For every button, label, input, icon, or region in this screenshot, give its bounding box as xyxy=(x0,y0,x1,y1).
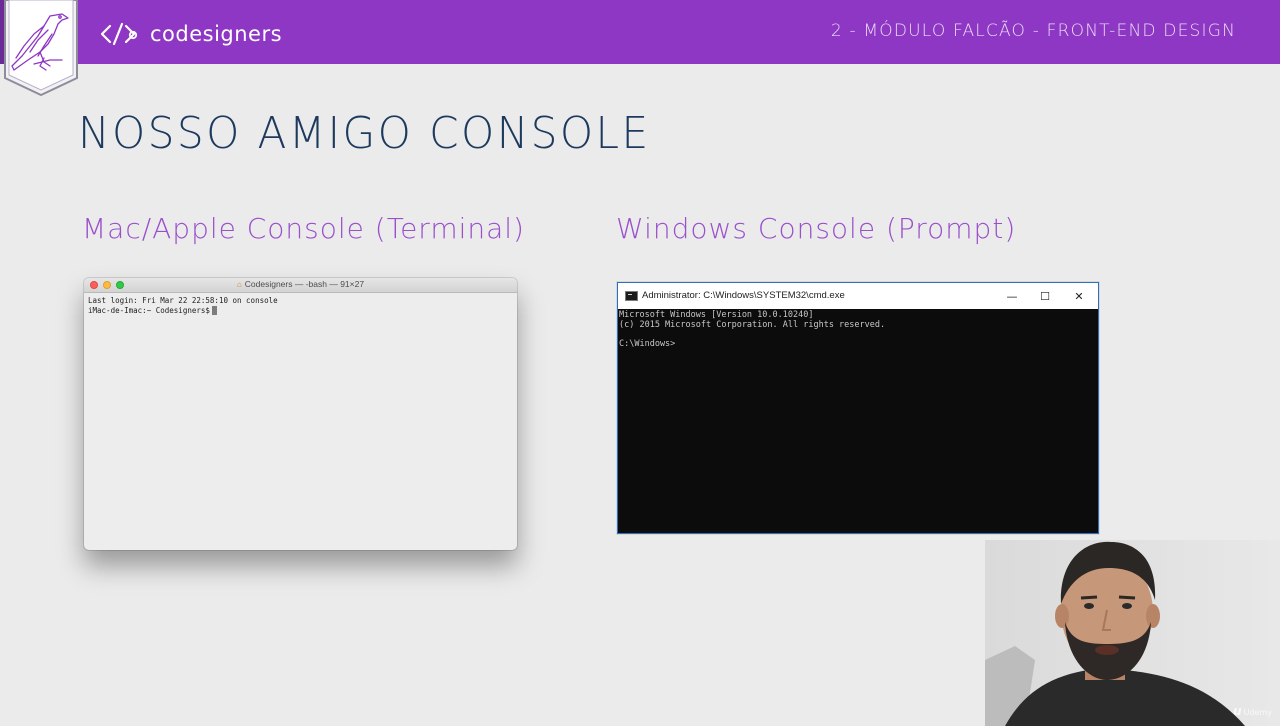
module-label: 2 - MÓDULO FALCÃO - FRONT-END DESIGN xyxy=(830,21,1236,41)
mac-terminal-body[interactable]: Last login: Fri Mar 22 22:58:10 on conso… xyxy=(84,293,517,319)
brand-name: codesigners xyxy=(150,22,283,46)
console-line: (c) 2015 Microsoft Corporation. All righ… xyxy=(619,319,886,330)
terminal-cursor xyxy=(211,306,217,315)
terminal-prompt: iMac-de-Imac:~ Codesigners$ xyxy=(88,306,210,315)
code-brackets-icon xyxy=(100,22,138,46)
terminal-line: Last login: Fri Mar 22 22:58:10 on conso… xyxy=(88,296,278,305)
console-prompt: C:\Windows> xyxy=(619,338,676,349)
mac-titlebar[interactable]: ⌂ Codesigners — -bash — 91×27 xyxy=(84,278,517,293)
slide-title: NOSSO AMIGO CONSOLE xyxy=(78,108,651,159)
header-bar: codesigners 2 - MÓDULO FALCÃO - FRONT-EN… xyxy=(0,0,1280,64)
close-button[interactable]: ✕ xyxy=(1062,283,1096,309)
cmd-icon xyxy=(625,291,638,301)
win-titlebar[interactable]: Administrator: C:\Windows\SYSTEM32\cmd.e… xyxy=(618,283,1098,309)
windows-cmd-window: Administrator: C:\Windows\SYSTEM32\cmd.e… xyxy=(617,282,1099,534)
windows-section-title: Windows Console (Prompt) xyxy=(616,212,1017,245)
udemy-watermark-text: Udemy xyxy=(1243,708,1272,717)
udemy-watermark: u Udemy xyxy=(1233,704,1272,718)
maximize-button[interactable]: ☐ xyxy=(1028,283,1062,309)
presenter-webcam: u Udemy xyxy=(985,540,1280,726)
home-folder-icon: ⌂ xyxy=(236,280,242,289)
win-window-title: Administrator: C:\Windows\SYSTEM32\cmd.e… xyxy=(642,290,845,301)
cmd-console-body[interactable]: Microsoft Windows [Version 10.0.10240] (c… xyxy=(618,309,1098,351)
mac-terminal-window: ⌂ Codesigners — -bash — 91×27 Last login:… xyxy=(84,278,517,550)
mac-section-title: Mac/Apple Console (Terminal) xyxy=(82,212,525,245)
minimize-button[interactable]: — xyxy=(995,283,1029,309)
terminal-prompt-line: iMac-de-Imac:~ Codesigners$ xyxy=(88,306,513,316)
mac-title-text: Codesigners — -bash — 91×27 xyxy=(244,279,365,289)
udemy-logo-icon: u xyxy=(1233,704,1242,718)
mac-window-title: ⌂ Codesigners — -bash — 91×27 xyxy=(84,279,517,289)
brand-logo: codesigners xyxy=(100,19,282,49)
falcon-badge-icon xyxy=(4,0,78,96)
presenter-image xyxy=(985,540,1280,726)
